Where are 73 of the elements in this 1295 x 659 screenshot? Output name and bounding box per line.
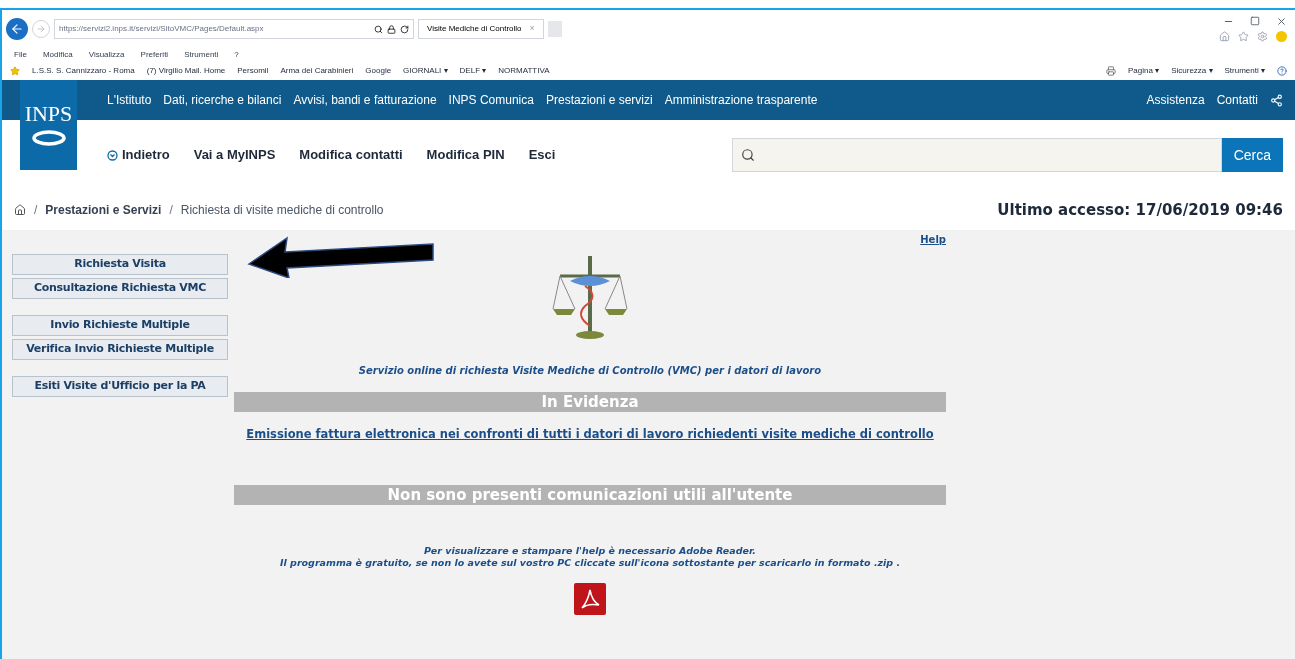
user-nav-link[interactable]: Esci <box>528 145 556 165</box>
favorite-link[interactable]: GIORNALI ▾ <box>403 65 448 77</box>
invoice-link[interactable]: Emissione fattura elettronica nei confronti di tutti i datori di lavoro richiedenti visite mediche di controllo <box>246 426 934 444</box>
menu-item[interactable]: File <box>14 49 27 61</box>
pdf-icon[interactable] <box>574 583 606 615</box>
favorite-link[interactable]: Google <box>365 65 392 77</box>
logo-text: INPS <box>24 103 73 125</box>
tab-title: Visite Mediche di Controllo <box>427 23 522 35</box>
user-nav-link[interactable]: Modifica contatti <box>299 145 403 165</box>
breadcrumb-link[interactable]: Prestazioni e Servizi <box>45 201 162 219</box>
search-icon[interactable] <box>374 24 383 34</box>
favorite-link[interactable]: DELF ▾ <box>459 65 487 77</box>
breadcrumb-separator: / <box>169 202 173 219</box>
user-nav-link[interactable]: Indietro <box>122 145 170 165</box>
command-menu[interactable]: Strumenti ▾ <box>1224 65 1265 77</box>
back-button[interactable] <box>6 18 28 40</box>
close-icon[interactable] <box>1276 16 1287 27</box>
nav-link[interactable]: Avvisi, bandi e fatturazione <box>293 91 437 109</box>
address-text: https://servizi2.inps.it/servizi/SitoVMC/Pages/Default.aspx <box>59 23 265 35</box>
reader-note: Il programma è gratuito, se non lo avete sul vostro PC cliccate sull'icona sottostante per scaricarlo in formato .zip . <box>280 557 900 569</box>
menu-item[interactable]: Modifica <box>42 49 73 61</box>
restore-icon[interactable] <box>1250 16 1260 26</box>
reader-note: Per visualizzare e stampare l'help è necessario Adobe Reader. <box>424 545 756 558</box>
menu-button[interactable]: Richiesta Visita <box>12 254 228 275</box>
menu-item[interactable]: ? <box>234 49 239 61</box>
last-access-text: Ultimo accesso: 17/06/2019 09:46 <box>997 199 1283 221</box>
search-button[interactable]: Cerca <box>1221 138 1283 172</box>
nav-link[interactable]: Dati, ricerche e bilanci <box>163 91 282 109</box>
nav-link[interactable]: Contatti <box>1216 91 1258 109</box>
settings-icon[interactable] <box>1257 31 1268 42</box>
menu-button[interactable]: Invio Richieste Multiple <box>12 315 228 336</box>
circle-chevron-icon <box>107 149 118 161</box>
favorite-link[interactable]: NORMATTIVA <box>498 65 550 77</box>
favorite-link[interactable]: Arma dei Carabinieri <box>280 65 354 77</box>
lock-icon <box>387 24 396 34</box>
search-field[interactable] <box>731 138 1222 172</box>
nav-link[interactable]: Assistenza <box>1146 91 1205 109</box>
address-bar[interactable]: https://servizi2.inps.it/servizi/SitoVMC/Pages/Default.aspx <box>54 19 414 39</box>
service-description: Servizio online di richiesta Visite Mediche di Controllo (VMC) per i datori di lavoro <box>358 364 822 378</box>
browser-tab[interactable]: Visite Mediche di Controllo × <box>418 19 544 39</box>
help-icon[interactable] <box>1277 66 1287 76</box>
section-header: In Evidenza <box>234 392 946 412</box>
home-icon[interactable] <box>14 204 26 216</box>
refresh-icon[interactable] <box>400 24 409 34</box>
help-link[interactable]: Help <box>920 232 946 247</box>
menu-button[interactable]: Verifica Invio Richieste Multiple <box>12 339 228 360</box>
nav-link[interactable]: INPS Comunica <box>448 91 534 109</box>
user-nav-link[interactable]: Modifica PIN <box>426 145 505 165</box>
menu-item[interactable]: Visualizza <box>88 49 125 61</box>
nav-link[interactable]: L'Istituto <box>107 91 152 109</box>
breadcrumb-current: Richiesta di visite mediche di controllo <box>180 202 384 219</box>
breadcrumb-separator: / <box>34 202 38 219</box>
inps-logo[interactable]: INPS <box>20 80 77 170</box>
command-menu[interactable]: Sicurezza ▾ <box>1171 65 1213 77</box>
favorites-star-icon[interactable] <box>10 66 20 76</box>
menu-button[interactable]: Consultazione Richiesta VMC <box>12 278 228 299</box>
notice-banner: Non sono presenti comunicazioni utili all'utente <box>234 485 946 506</box>
printer-icon[interactable] <box>1106 66 1117 76</box>
menu-item[interactable]: Preferiti <box>140 49 169 61</box>
favorite-link[interactable]: Persomil <box>237 65 269 77</box>
search-icon <box>740 148 755 162</box>
menu-item[interactable]: Strumenti <box>184 49 219 61</box>
star-icon[interactable] <box>1238 31 1249 42</box>
arrow-left-icon <box>10 22 24 36</box>
nav-link[interactable]: Amministrazione trasparente <box>664 91 818 109</box>
arrow-right-icon <box>36 24 46 34</box>
favorite-link[interactable]: (7) Virgilio Mail. Home <box>146 65 226 77</box>
favorite-link[interactable]: L.S.S. S. Cannizzaro - Roma <box>32 65 135 77</box>
share-icon[interactable] <box>1270 93 1283 107</box>
user-nav-link[interactable]: Vai a MyINPS <box>193 145 276 165</box>
menu-button[interactable]: Esiti Visite d'Ufficio per la PA <box>12 376 228 397</box>
nav-link[interactable]: Prestazioni e servizi <box>545 91 653 109</box>
command-menu[interactable]: Pagina ▾ <box>1128 65 1160 77</box>
